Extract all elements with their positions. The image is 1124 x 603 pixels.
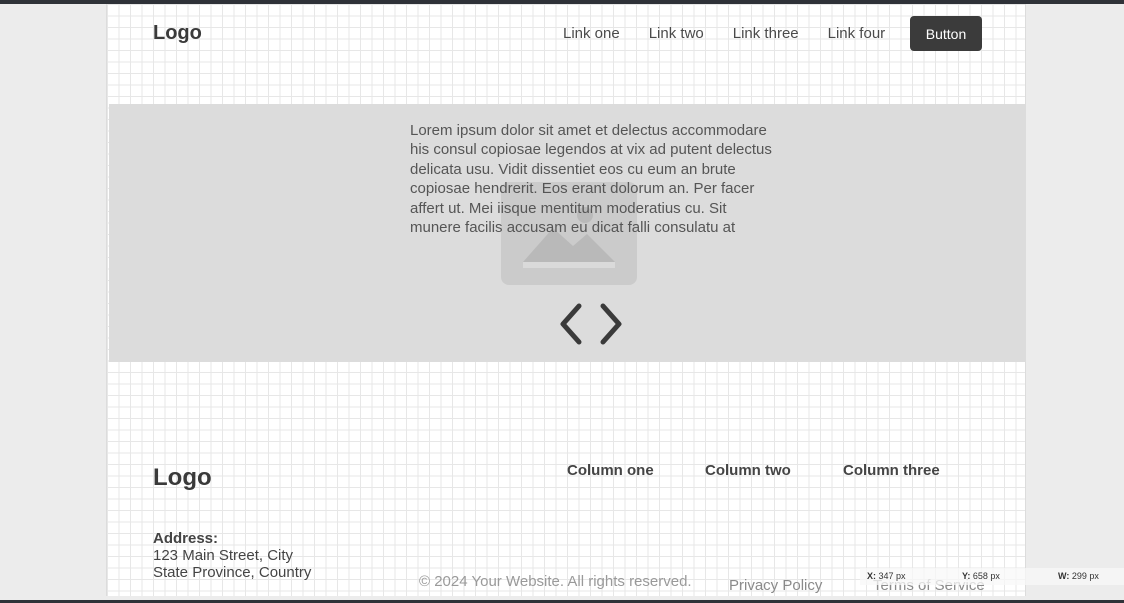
footer-column-two: Column two — [705, 462, 791, 479]
inspector-coordinates: X: 347 px Y: 658 px W: 299 px — [860, 568, 1124, 585]
address-label: Address: — [153, 530, 219, 547]
slider-controls — [557, 302, 625, 346]
address-line-2: State Province, Country — [153, 564, 312, 581]
nav-link-two[interactable]: Link two — [649, 25, 704, 42]
nav-cta-button[interactable]: Button — [910, 16, 982, 51]
nav-link-three[interactable]: Link three — [733, 25, 799, 42]
w-readout: W: 299 px — [1058, 571, 1099, 581]
chevron-left-icon[interactable] — [557, 302, 585, 346]
copyright-text: © 2024 Your Website. All rights reserved… — [419, 573, 692, 590]
hero-text: Lorem ipsum dolor sit amet et delectus a… — [410, 122, 772, 237]
hero-section: Lorem ipsum dolor sit amet et delectus a… — [109, 104, 1025, 362]
nav-link-four[interactable]: Link four — [828, 25, 886, 42]
address-line-1: 123 Main Street, City — [153, 547, 294, 564]
footer-column-one: Column one — [567, 462, 654, 479]
nav-logo[interactable]: Logo — [153, 22, 202, 45]
footer-logo[interactable]: Logo — [153, 464, 212, 492]
privacy-policy-link[interactable]: Privacy Policy — [729, 577, 822, 594]
page-canvas: Logo Link one Link two Link three Link f… — [106, 4, 1026, 596]
x-readout: X: 347 px — [867, 571, 906, 581]
nav-link-one[interactable]: Link one — [563, 25, 620, 42]
footer-column-three: Column three — [843, 462, 940, 479]
y-readout: Y: 658 px — [962, 571, 1000, 581]
chevron-right-icon[interactable] — [597, 302, 625, 346]
nav-links: Link one Link two Link three Link four — [563, 25, 885, 42]
